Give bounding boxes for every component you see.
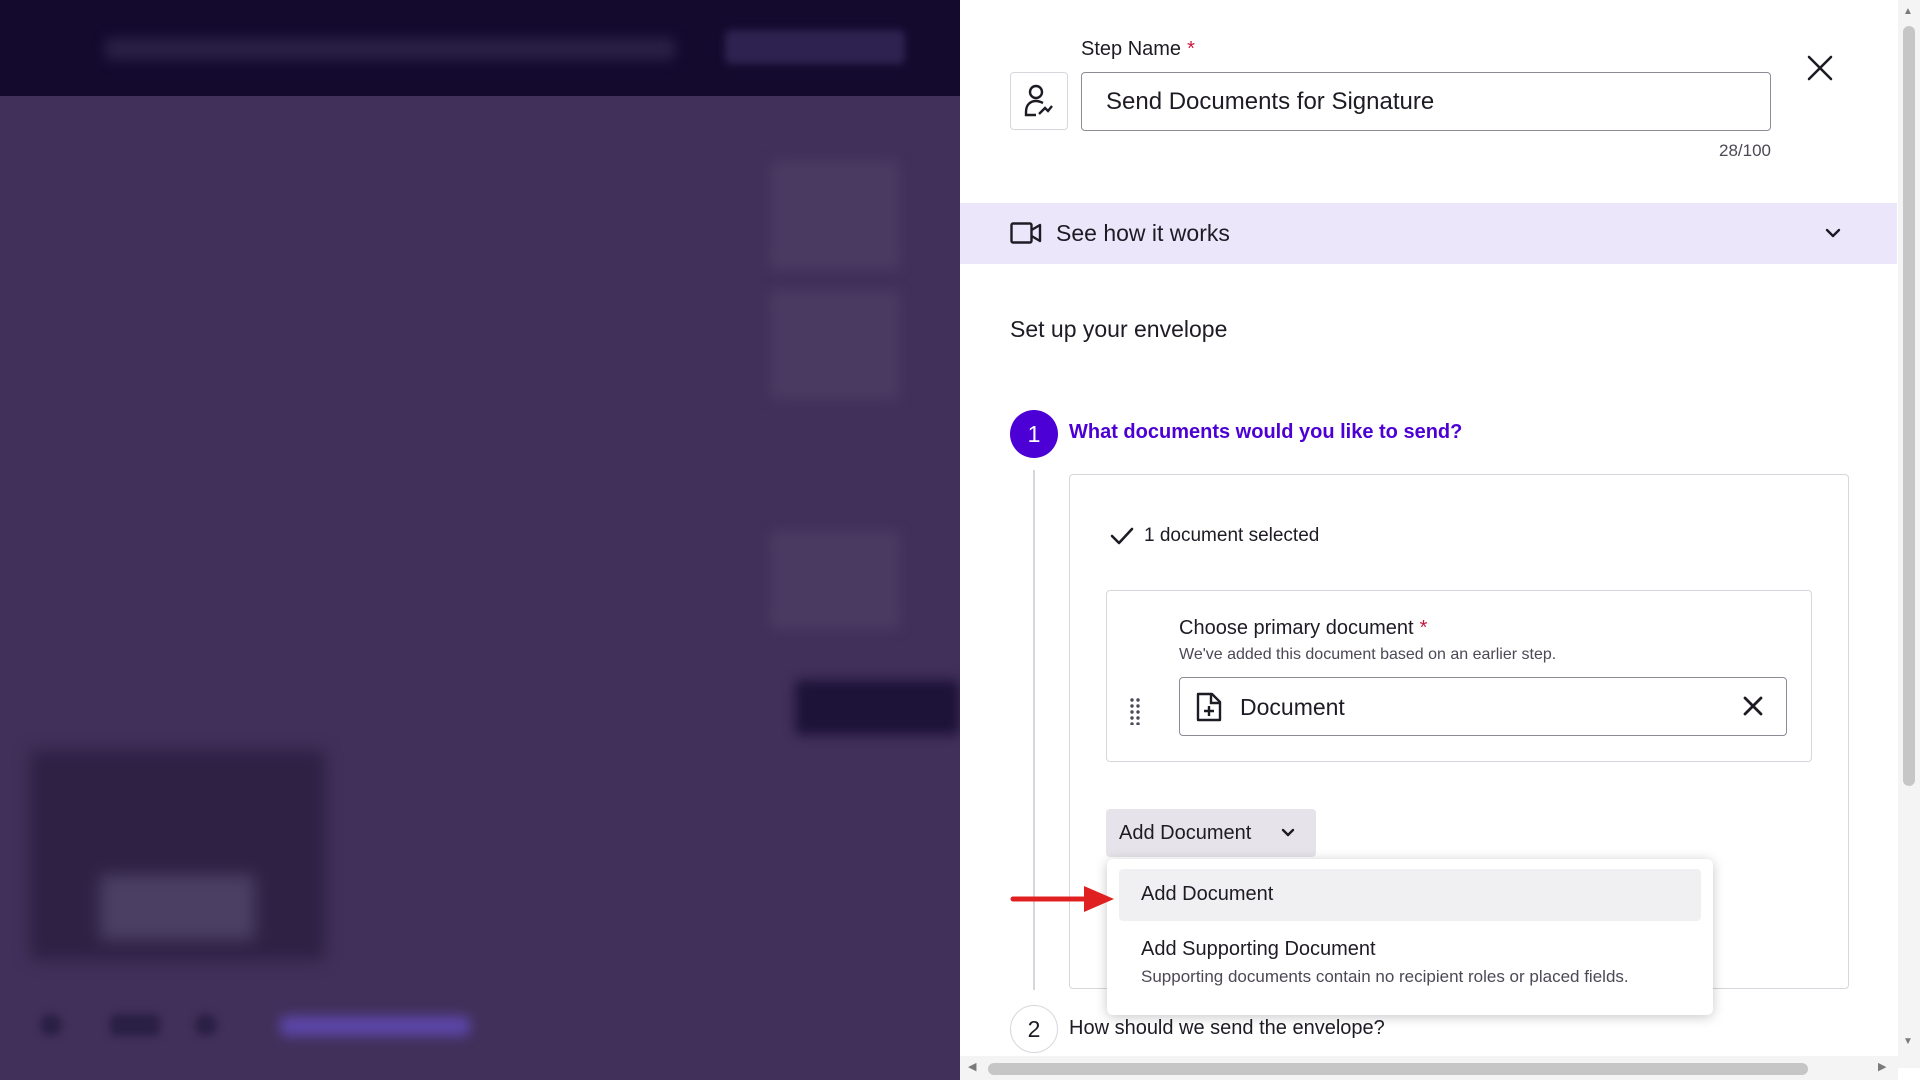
primary-document-name: Document — [1240, 694, 1345, 720]
primary-document-field[interactable]: Document — [1179, 677, 1787, 736]
add-document-button-label: Add Document — [1119, 821, 1252, 844]
background-card — [770, 160, 900, 270]
drag-handle-icon[interactable] — [1129, 697, 1141, 725]
see-how-it-works-toggle[interactable]: See how it works — [960, 203, 1897, 264]
step-number-badge: 2 — [1010, 1005, 1058, 1053]
horizontal-scrollbar[interactable]: ◀ ▶ — [960, 1056, 1898, 1080]
background-footer-icon — [40, 1014, 62, 1036]
step-question[interactable]: What documents would you like to send? — [1069, 421, 1462, 444]
background-app — [0, 0, 960, 1080]
scroll-left-icon[interactable]: ◀ — [968, 1060, 976, 1073]
primary-document-label: Choose primary document * — [1179, 617, 1428, 639]
video-icon — [1010, 222, 1042, 244]
document-selected-label: 1 document selected — [1144, 525, 1320, 546]
add-document-dropdown-button[interactable]: Add Document — [1106, 809, 1316, 857]
background-footer-icon — [110, 1014, 160, 1036]
background-blur-text — [105, 38, 675, 60]
document-selected-status: 1 document selected — [1110, 525, 1319, 547]
close-button[interactable] — [1800, 48, 1840, 88]
close-icon — [1807, 55, 1833, 81]
vertical-scrollbar[interactable]: ▲ ▼ — [1898, 0, 1920, 1068]
see-how-it-works-label: See how it works — [1056, 220, 1230, 246]
background-card — [770, 290, 900, 400]
background-footer-icon — [195, 1014, 217, 1036]
clear-icon[interactable] — [1742, 694, 1764, 718]
scrollbar-thumb[interactable] — [988, 1063, 1808, 1075]
menu-item-description: Supporting documents contain no recipien… — [1141, 967, 1629, 986]
step-name-label: Step Name * — [1081, 38, 1195, 60]
envelope-section-title: Set up your envelope — [1010, 316, 1228, 342]
primary-document-hint: We've added this document based on an ea… — [1179, 646, 1557, 663]
background-topbar — [0, 0, 960, 96]
background-blur-button — [725, 30, 905, 64]
menu-item-label: Add Supporting Document — [1141, 938, 1376, 960]
red-arrow-icon — [1010, 886, 1114, 912]
chevron-down-icon — [1281, 828, 1295, 837]
step-type-icon-box — [1010, 72, 1068, 130]
menu-item-add-document[interactable]: Add Document — [1119, 869, 1701, 921]
menu-item-add-supporting-document[interactable]: Add Supporting Document Supporting docum… — [1119, 925, 1701, 1005]
scroll-right-icon[interactable]: ▶ — [1878, 1060, 1886, 1073]
background-panel — [30, 750, 325, 960]
chevron-down-icon — [1825, 228, 1841, 238]
background-button — [795, 680, 960, 735]
add-document-menu: Add Document Add Supporting Document Sup… — [1107, 859, 1713, 1015]
scroll-down-icon[interactable]: ▼ — [1903, 1036, 1913, 1047]
step-name-input[interactable] — [1081, 72, 1771, 131]
primary-document-card: Choose primary document * We've added thi… — [1106, 590, 1812, 762]
user-signature-icon — [1024, 84, 1053, 117]
scroll-up-icon[interactable]: ▲ — [1903, 6, 1913, 17]
background-footer-link — [280, 1016, 470, 1036]
step-number-badge: 1 — [1010, 410, 1058, 458]
step-question[interactable]: How should we send the envelope? — [1069, 1017, 1385, 1040]
checkmark-icon — [1110, 527, 1134, 545]
background-card — [770, 530, 900, 630]
character-count: 28/100 — [1719, 141, 1771, 160]
scrollbar-thumb[interactable] — [1903, 26, 1915, 786]
menu-item-label: Add Document — [1141, 883, 1274, 905]
document-add-icon — [1196, 692, 1222, 722]
